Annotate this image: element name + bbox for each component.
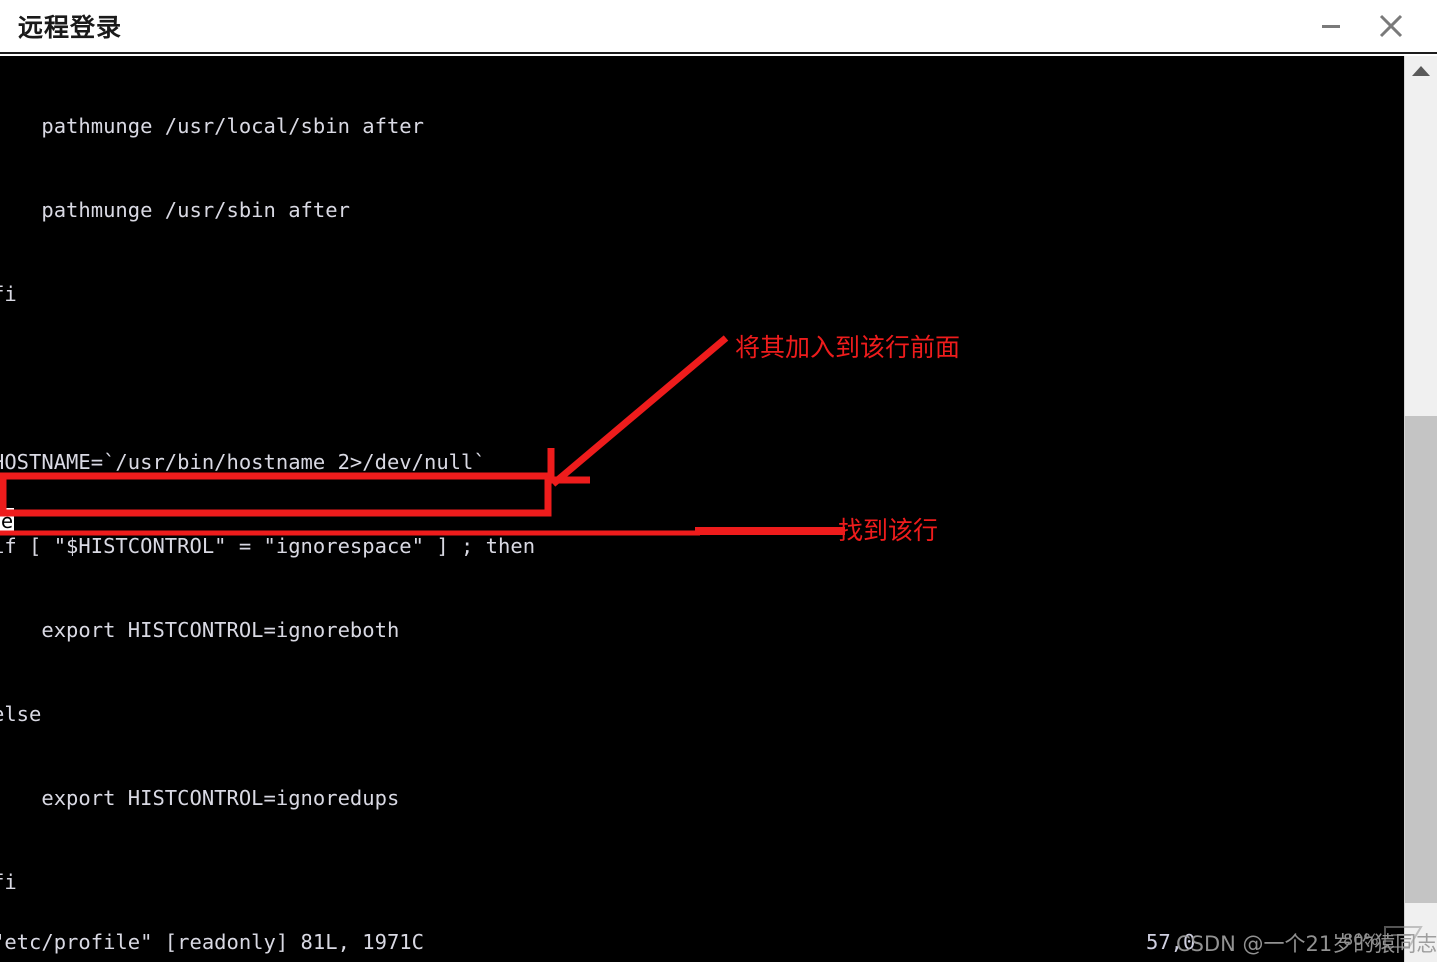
vim-file-info: "etc/profile" [readonly] 81L, 1971C xyxy=(0,930,424,954)
close-button[interactable] xyxy=(1365,2,1417,50)
terminal-text-buffer: pathmunge /usr/local/sbin after pathmung… xyxy=(0,56,1404,962)
close-icon xyxy=(1365,11,1417,41)
page-title: 远程登录 xyxy=(18,13,123,42)
terminal-line: else xyxy=(0,702,42,726)
terminal-line: pathmunge /usr/local/sbin after xyxy=(0,114,424,138)
vim-cursor-char: e xyxy=(0,509,14,533)
scrollbar-thumb[interactable] xyxy=(1405,416,1437,903)
terminal-line: fi xyxy=(0,870,17,894)
terminal-line: export HISTCONTROL=ignoredups xyxy=(0,786,400,810)
terminal-line: fi xyxy=(0,282,17,306)
watermark-logo-icon xyxy=(1381,921,1425,955)
terminal-line: export HISTCONTROL=ignoreboth xyxy=(0,618,400,642)
vertical-scrollbar[interactable] xyxy=(1404,56,1437,962)
minimize-icon xyxy=(1305,13,1357,39)
terminal-line: if [ "$HISTCONTROL" = "ignorespace" ] ; … xyxy=(0,534,536,558)
title-bar: 远程登录 xyxy=(0,0,1437,54)
scroll-up-arrow-icon[interactable] xyxy=(1405,56,1437,86)
terminal-line: pathmunge /usr/sbin after xyxy=(0,198,350,222)
minimize-button[interactable] xyxy=(1305,2,1357,50)
watermark-percent: 80% xyxy=(1343,930,1379,949)
remote-login-window: 远程登录 pathmunge /usr/local/sbin after pat… xyxy=(0,0,1437,962)
terminal-line: HOSTNAME=`/usr/bin/hostname 2>/dev/null` xyxy=(0,450,486,474)
terminal-screen[interactable]: pathmunge /usr/local/sbin after pathmung… xyxy=(0,56,1404,962)
